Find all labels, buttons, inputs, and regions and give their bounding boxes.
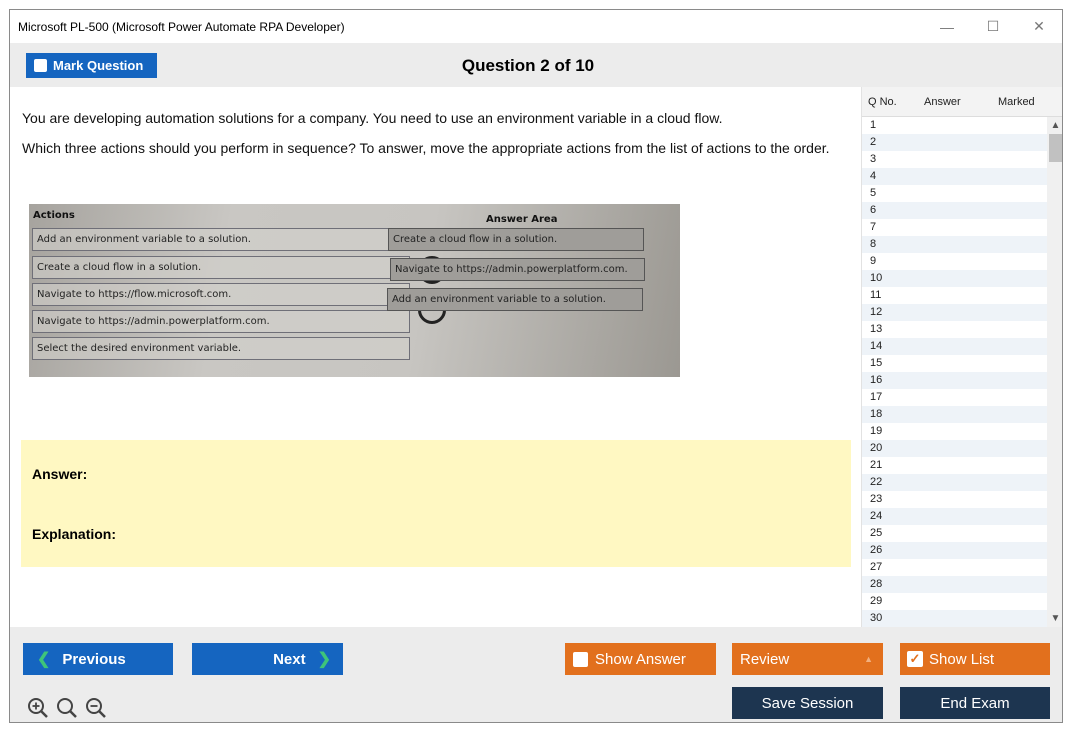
answer-panel: Answer: Explanation:	[21, 440, 851, 567]
answer-label: Answer:	[32, 466, 88, 482]
scroll-down-icon[interactable]: ▼	[1047, 610, 1062, 627]
question-list-scrollbar[interactable]: ▲ ▼	[1047, 117, 1062, 627]
question-text-1: You are developing automation solutions …	[22, 110, 723, 126]
question-list-row[interactable]: 25	[862, 525, 1062, 542]
question-list-row[interactable]: 5	[862, 185, 1062, 202]
show-answer-label: Show Answer	[595, 650, 686, 668]
title-bar: Microsoft PL-500 (Microsoft Power Automa…	[10, 10, 1062, 43]
exhibit-action-item: Navigate to https://admin.powerplatform.…	[32, 310, 410, 333]
question-content: You are developing automation solutions …	[10, 87, 861, 627]
end-exam-button[interactable]: End Exam	[900, 687, 1050, 719]
zoom-out-icon[interactable]	[85, 697, 107, 719]
minimize-button[interactable]: —	[924, 10, 970, 43]
question-list-row[interactable]: 3	[862, 151, 1062, 168]
qno-column-header: Q No.	[868, 95, 897, 108]
app-window: Microsoft PL-500 (Microsoft Power Automa…	[9, 9, 1063, 723]
exam-header: Mark Question Question 2 of 10	[10, 43, 1062, 87]
question-list-row[interactable]: 9	[862, 253, 1062, 270]
question-list-panel: Q No. Answer Marked 1 2 3 4 5 6 7 8 9 10 11 12 13 14 1…	[861, 87, 1062, 627]
show-list-checkbox[interactable]: ✓	[907, 651, 923, 667]
question-title: Question 2 of 10	[461, 56, 595, 75]
question-list-row[interactable]: 15	[862, 355, 1062, 372]
question-list-row[interactable]: 23	[862, 491, 1062, 508]
question-list-row[interactable]: 8	[862, 236, 1062, 253]
question-list-row[interactable]: 11	[862, 287, 1062, 304]
question-list-row[interactable]: 21	[862, 457, 1062, 474]
save-session-label: Save Session	[761, 694, 854, 712]
question-list-row[interactable]: 30	[862, 610, 1062, 627]
question-list-row[interactable]: 18	[862, 406, 1062, 423]
marked-column-header: Marked	[998, 95, 1035, 108]
question-list-row[interactable]: 28	[862, 576, 1062, 593]
next-label: Next	[273, 650, 306, 668]
question-list-row[interactable]: 20	[862, 440, 1062, 457]
previous-label: Previous	[62, 650, 126, 668]
exhibit-action-item: Add an environment variable to a solutio…	[32, 228, 410, 251]
exhibit-answer-item: Create a cloud flow in a solution.	[388, 228, 644, 251]
exhibit-action-item: Navigate to https://flow.microsoft.com.	[32, 283, 410, 306]
question-list-header: Q No. Answer Marked	[862, 87, 1062, 117]
question-list: 1 2 3 4 5 6 7 8 9 10 11 12 13 14 15 16 17 18 19 20 21 22 23 24 2…	[862, 117, 1062, 627]
exam-footer: ❮ Previous Next ❯ Show Answer Review ▲ ✓…	[10, 627, 1062, 722]
window-title: Microsoft PL-500 (Microsoft Power Automa…	[18, 19, 345, 34]
question-list-row[interactable]: 12	[862, 304, 1062, 321]
question-list-row[interactable]: 16	[862, 372, 1062, 389]
exhibit-actions-label: Actions	[33, 210, 75, 221]
review-button[interactable]: Review ▲	[732, 643, 883, 675]
zoom-in-icon[interactable]	[27, 697, 49, 719]
question-list-row[interactable]: 29	[862, 593, 1062, 610]
dropdown-caret-icon: ▲	[864, 654, 873, 664]
show-answer-checkbox[interactable]	[573, 651, 588, 667]
exhibit-answer-item: Navigate to https://admin.powerplatform.…	[390, 258, 645, 281]
exhibit-action-item: Select the desired environment variable.	[32, 337, 410, 360]
chevron-left-icon: ❮	[37, 651, 51, 668]
question-list-row[interactable]: 10	[862, 270, 1062, 287]
end-exam-label: End Exam	[940, 694, 1010, 712]
question-text-2: Which three actions should you perform i…	[22, 140, 830, 156]
review-label: Review	[740, 650, 790, 668]
save-session-button[interactable]: Save Session	[732, 687, 883, 719]
question-list-row[interactable]: 19	[862, 423, 1062, 440]
question-list-row[interactable]: 14	[862, 338, 1062, 355]
show-list-button[interactable]: ✓ Show List	[900, 643, 1050, 675]
chevron-right-icon: ❯	[317, 651, 331, 668]
show-list-label: Show List	[929, 650, 995, 668]
question-list-row[interactable]: 2	[862, 134, 1062, 151]
next-button[interactable]: Next ❯	[192, 643, 343, 675]
question-list-row[interactable]: 6	[862, 202, 1062, 219]
question-list-row[interactable]: 7	[862, 219, 1062, 236]
exhibit-action-item: Create a cloud flow in a solution.	[32, 256, 410, 279]
scroll-thumb[interactable]	[1049, 134, 1062, 162]
show-answer-button[interactable]: Show Answer	[565, 643, 716, 675]
exhibit-answer-item: Add an environment variable to a solutio…	[387, 288, 643, 311]
question-list-row[interactable]: 4	[862, 168, 1062, 185]
question-list-row[interactable]: 17	[862, 389, 1062, 406]
close-button[interactable]: ✕	[1016, 10, 1062, 43]
exhibit-answer-area-label: Answer Area	[486, 214, 558, 225]
question-list-row[interactable]: 27	[862, 559, 1062, 576]
explanation-label: Explanation:	[32, 526, 117, 542]
maximize-button[interactable]: ☐	[970, 10, 1016, 43]
exhibit-image: Actions Answer Area Add an environment v…	[29, 204, 680, 377]
answer-column-header: Answer	[924, 95, 961, 108]
question-list-row[interactable]: 24	[862, 508, 1062, 525]
scroll-up-icon[interactable]: ▲	[1047, 117, 1062, 134]
question-list-row[interactable]: 1	[862, 117, 1062, 134]
question-list-row[interactable]: 26	[862, 542, 1062, 559]
question-list-row[interactable]: 22	[862, 474, 1062, 491]
previous-button[interactable]: ❮ Previous	[23, 643, 173, 675]
zoom-reset-icon[interactable]	[56, 697, 78, 719]
question-list-row[interactable]: 13	[862, 321, 1062, 338]
